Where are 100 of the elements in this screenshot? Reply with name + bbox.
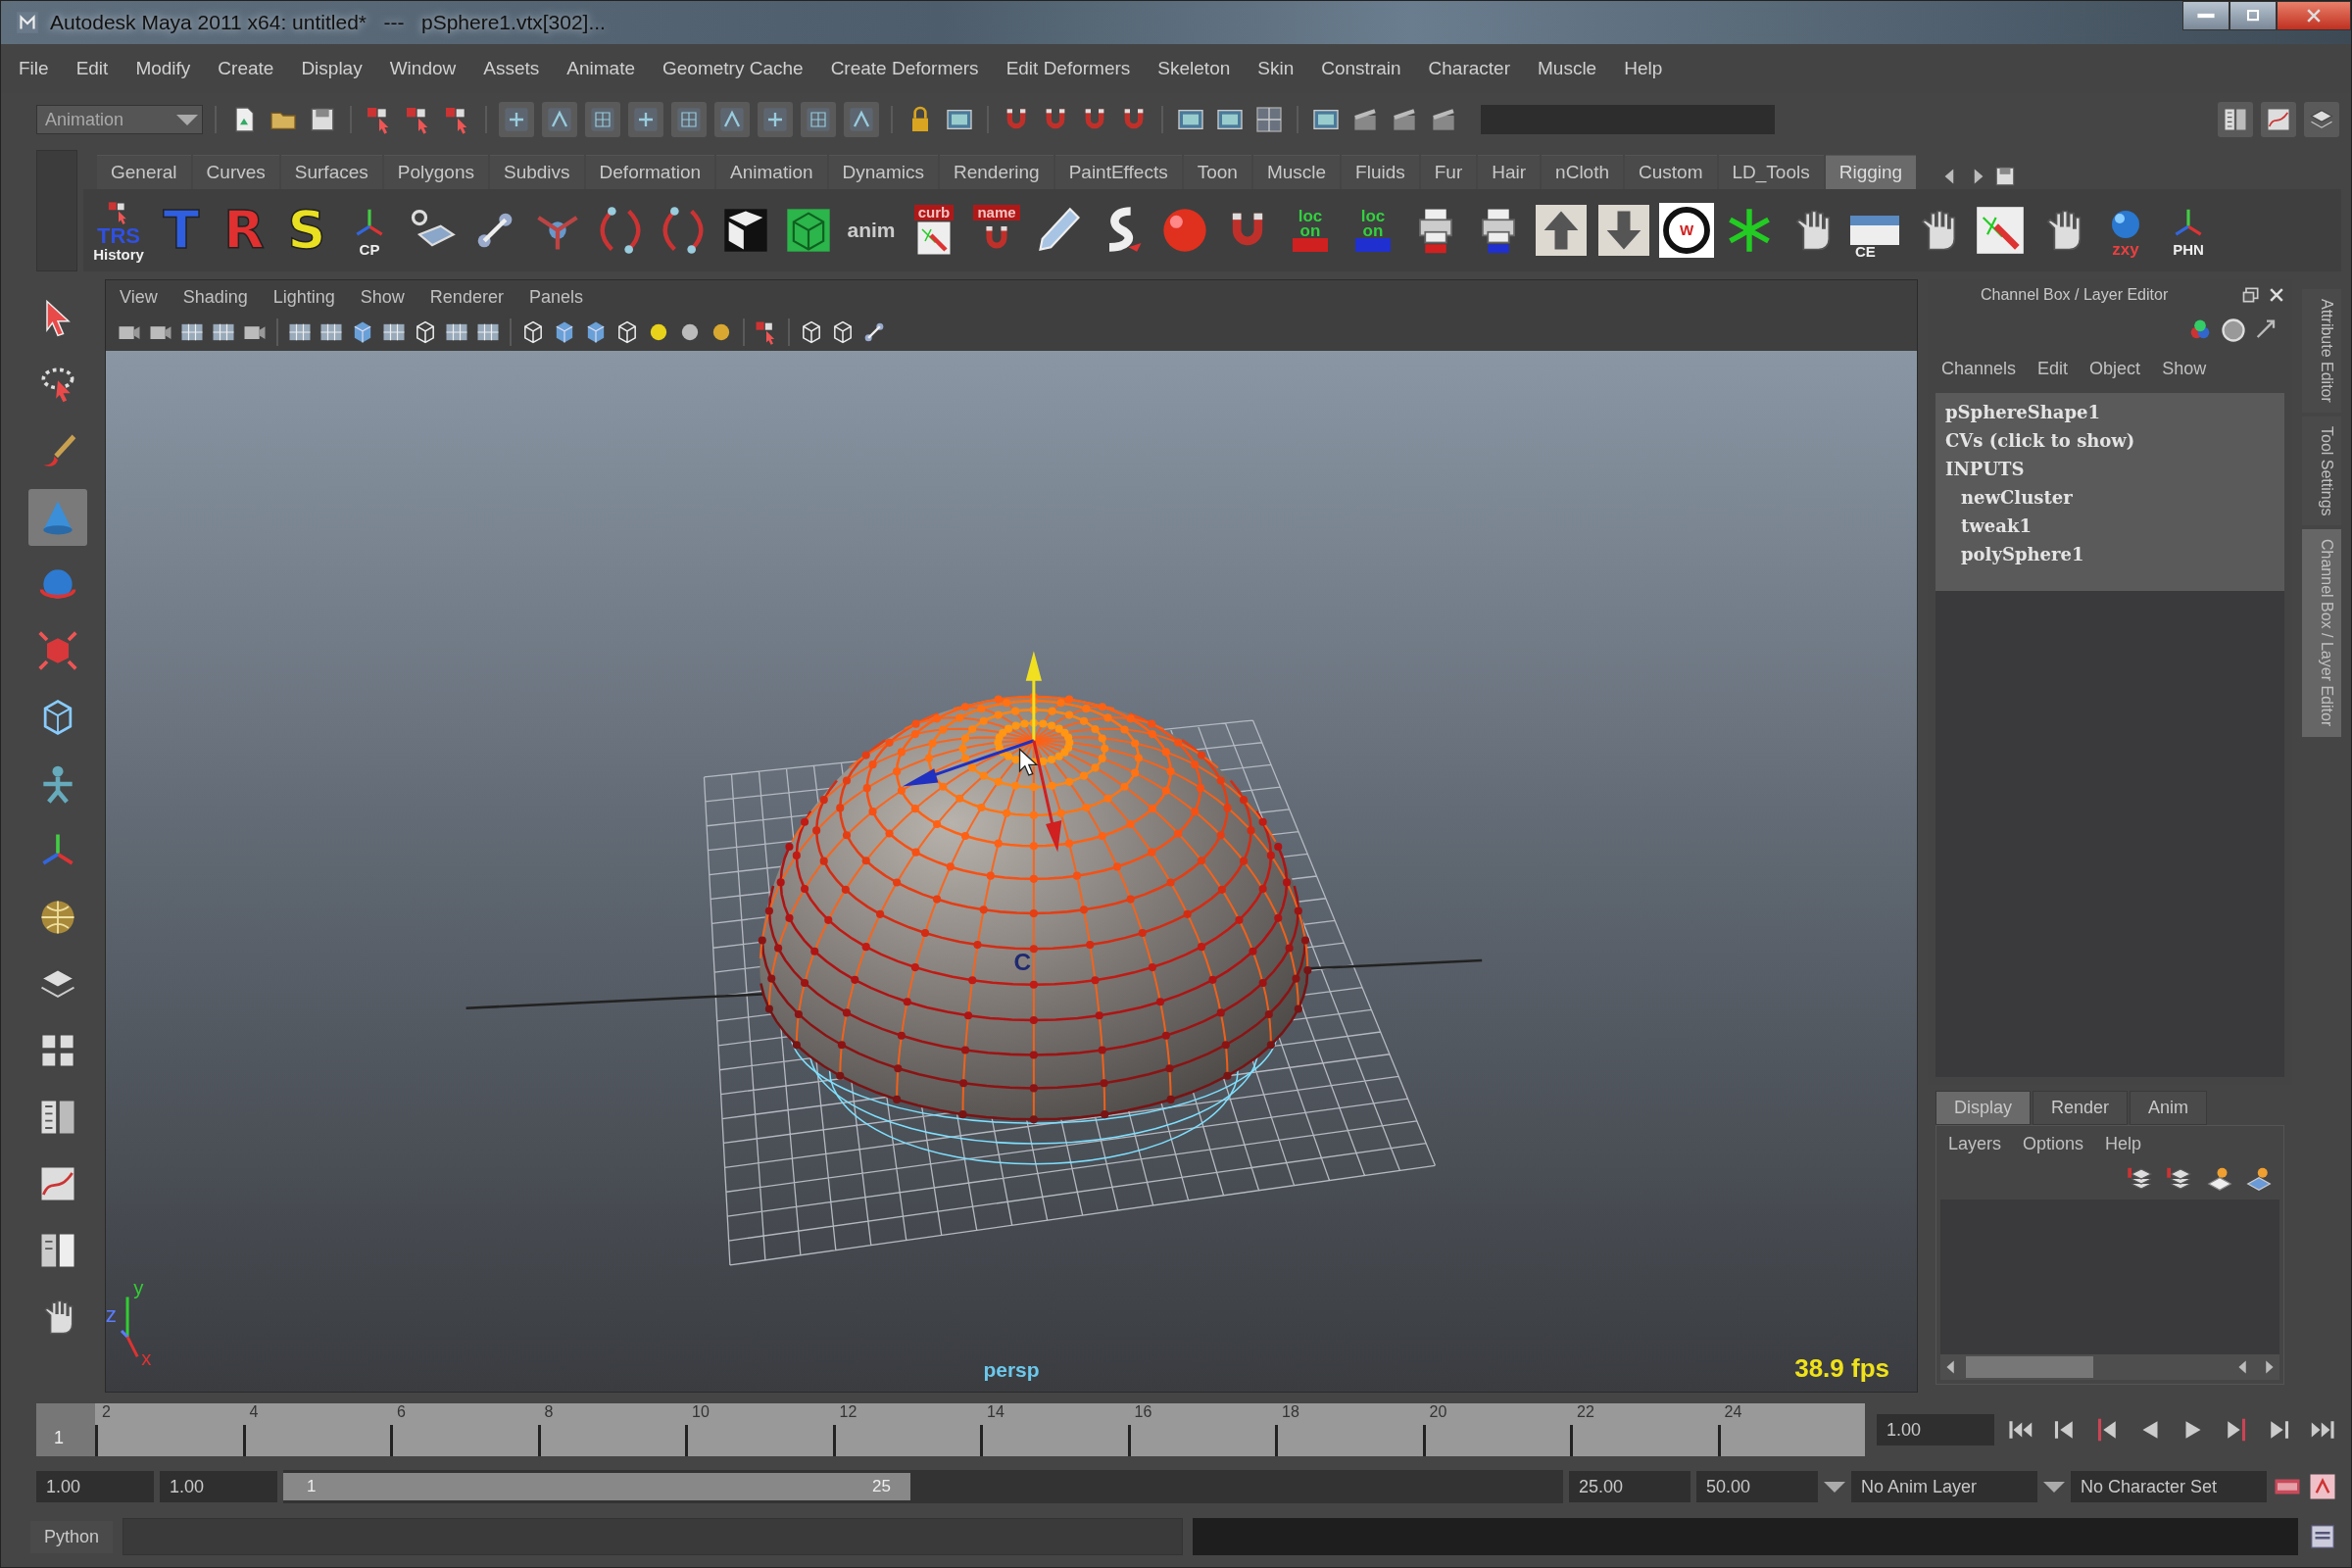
anim-layer-field[interactable]: No Anim Layer: [1851, 1471, 2037, 1502]
channel-node[interactable]: INPUTS: [1945, 456, 2275, 482]
side-tab[interactable]: Attribute Editor: [2302, 289, 2341, 413]
shelf-tab[interactable]: Curves: [192, 155, 279, 189]
shelf-tab[interactable]: Rigging: [1825, 155, 1917, 189]
menu-item[interactable]: Character: [1428, 58, 1510, 79]
menu-item[interactable]: Constrain: [1321, 58, 1401, 79]
panel-menu[interactable]: Lighting: [272, 286, 335, 308]
shelf-button[interactable]: anim: [842, 199, 901, 262]
menu-item[interactable]: Geometry Cache: [662, 58, 804, 79]
time-slider[interactable]: 1 2 4 6 8 10 12 14 16 18 20 22 24: [36, 1403, 1865, 1456]
panel-button[interactable]: [2304, 102, 2339, 137]
mask-button[interactable]: [585, 102, 620, 137]
shelf-tab[interactable]: Deformation: [585, 155, 715, 189]
move-manipulator-icon[interactable]: [902, 651, 1062, 853]
side-tab[interactable]: Tool Settings: [2302, 416, 2341, 526]
shelf-tab[interactable]: Polygons: [383, 155, 488, 189]
cluster-handle-label[interactable]: C: [1013, 949, 1032, 976]
layer-tab[interactable]: Anim: [2130, 1091, 2208, 1125]
shelf-button[interactable]: loc on: [1281, 199, 1340, 262]
caret-icon[interactable]: [2043, 1481, 2065, 1493]
shelf-tab[interactable]: Dynamics: [828, 155, 938, 189]
shelf-tab[interactable]: Muscle: [1252, 155, 1341, 189]
character-icon[interactable]: [2308, 1472, 2337, 1501]
close-button[interactable]: [2277, 1, 2351, 30]
shelf-button[interactable]: W: [1657, 199, 1716, 262]
shelf-button[interactable]: S: [277, 199, 336, 262]
menu-item[interactable]: Skeleton: [1157, 58, 1231, 79]
panel-button[interactable]: [2218, 102, 2253, 137]
mask-button[interactable]: [628, 102, 663, 137]
shelf-button[interactable]: CP: [340, 199, 399, 262]
menu-item[interactable]: Skin: [1257, 58, 1295, 79]
panel-menu[interactable]: Show: [2162, 358, 2207, 379]
shelf-tab[interactable]: Toon: [1183, 155, 1251, 189]
menu-item[interactable]: Help: [1624, 58, 1663, 79]
panel-menu[interactable]: Edit: [2037, 358, 2069, 379]
shelf-tab[interactable]: LD_Tools: [1718, 155, 1824, 189]
shelf-tab[interactable]: Custom: [1625, 155, 1717, 189]
layer-tab[interactable]: Display: [1936, 1091, 2032, 1125]
shelf-button[interactable]: curb: [905, 199, 963, 262]
shelf-tab[interactable]: General: [97, 155, 191, 189]
panel-menu[interactable]: Shading: [182, 286, 248, 308]
channel-node[interactable]: pSphereShape1: [1945, 399, 2275, 425]
minimize-button[interactable]: [2182, 1, 2230, 30]
script-editor-icon[interactable]: [2308, 1522, 2337, 1551]
shelf-tab[interactable]: PaintEffects: [1054, 155, 1182, 189]
mask-button[interactable]: [714, 102, 750, 137]
menu-item[interactable]: Edit: [75, 58, 109, 79]
menu-item[interactable]: Muscle: [1538, 58, 1597, 79]
caret-icon[interactable]: [1824, 1481, 1845, 1493]
menu-item[interactable]: Create Deformers: [830, 58, 979, 79]
panel-menu[interactable]: View: [120, 286, 158, 308]
panel-menu[interactable]: Channels: [1941, 358, 2017, 379]
mask-button[interactable]: [801, 102, 836, 137]
mask-button[interactable]: [499, 102, 534, 137]
shelf-tab[interactable]: Fluids: [1342, 155, 1419, 189]
menu-item[interactable]: Assets: [483, 58, 540, 79]
start-time-field[interactable]: 1.00: [36, 1471, 154, 1502]
panel-menu[interactable]: Options: [2023, 1134, 2084, 1154]
mask-button[interactable]: [758, 102, 793, 137]
panel-menu[interactable]: Panels: [528, 286, 583, 308]
channel-node[interactable]: CVs (click to show): [1945, 427, 2275, 454]
panel-menu[interactable]: Object: [2089, 358, 2141, 379]
side-tab[interactable]: Channel Box / Layer Editor: [2302, 529, 2341, 737]
shelf-tab[interactable]: Fur: [1420, 155, 1477, 189]
shelf-button[interactable]: CE: [1845, 199, 1904, 262]
end-time-field[interactable]: 50.00: [1696, 1471, 1818, 1502]
shelf-button[interactable]: loc on: [1344, 199, 1402, 262]
shelf-button[interactable]: name: [967, 199, 1026, 262]
shelf-button[interactable]: TRS History: [89, 199, 148, 262]
menu-item[interactable]: Window: [389, 58, 457, 79]
menu-item[interactable]: Animate: [566, 58, 635, 79]
language-button[interactable]: Python: [30, 1520, 114, 1553]
panel-menu[interactable]: Help: [2105, 1134, 2142, 1154]
mask-button[interactable]: [671, 102, 707, 137]
shelf-tab[interactable]: Rendering: [939, 155, 1054, 189]
current-time-field[interactable]: 1.00: [1877, 1414, 1994, 1446]
mode-dropdown[interactable]: Animation: [36, 105, 203, 134]
mask-button[interactable]: [542, 102, 577, 137]
shelf-button[interactable]: PHN: [2159, 199, 2218, 262]
shelf-tab[interactable]: nCloth: [1542, 155, 1624, 189]
channel-node[interactable]: newCluster: [1945, 484, 2275, 511]
shelf-tab[interactable]: Surfaces: [280, 155, 382, 189]
shelf-tab[interactable]: Animation: [716, 155, 827, 189]
range-handle[interactable]: 1 25: [283, 1473, 910, 1500]
panel-menu[interactable]: Show: [360, 286, 405, 308]
input-field[interactable]: [1481, 105, 1775, 134]
panel-menu[interactable]: Layers: [1948, 1134, 2002, 1154]
playback-end-field[interactable]: 25.00: [1569, 1471, 1690, 1502]
scrollbar[interactable]: [1940, 1354, 2279, 1380]
shelf-tab[interactable]: Hair: [1478, 155, 1541, 189]
character-set-field[interactable]: No Character Set: [2071, 1471, 2267, 1502]
menu-item[interactable]: Modify: [135, 58, 191, 79]
float-icon[interactable]: [2241, 285, 2261, 305]
layer-tab[interactable]: Render: [2033, 1091, 2129, 1125]
channel-node[interactable]: tweak1: [1945, 513, 2275, 539]
menu-item[interactable]: Display: [301, 58, 363, 79]
channel-node[interactable]: polySphere1: [1945, 541, 2275, 567]
panel-layout-icon[interactable]: [1253, 104, 1285, 135]
shelf-tab[interactable]: Subdivs: [489, 155, 584, 189]
